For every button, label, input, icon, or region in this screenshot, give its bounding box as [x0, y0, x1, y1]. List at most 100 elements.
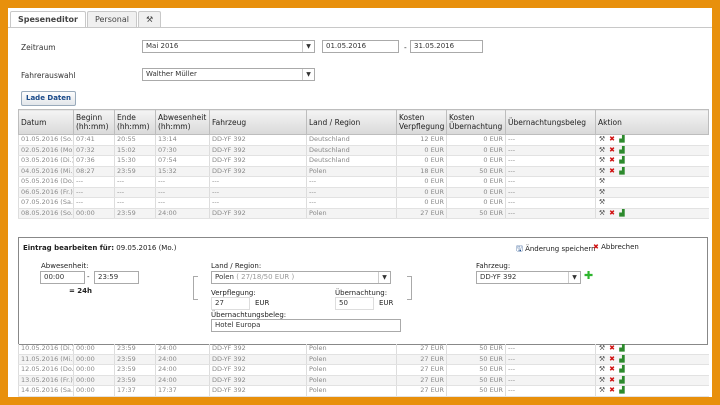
delete-icon[interactable]: ✖ — [608, 167, 616, 175]
table-cell: --- — [306, 187, 397, 198]
table-cell: DD-YF 392 — [209, 354, 307, 365]
save-changes-button[interactable]: 🖫 Änderung speichern — [516, 243, 596, 257]
column-header[interactable]: Ende (hh:mm) — [114, 109, 156, 135]
table-row[interactable]: 02.05.2016 (Mo.) 07:32 15:02 07:30 DD-YF 392… — [18, 145, 709, 156]
edit-tools-icon[interactable]: ⚒ — [598, 177, 606, 185]
delete-icon[interactable]: ✖ — [608, 344, 616, 352]
chart-icon[interactable]: ▟ — [618, 386, 626, 394]
chart-icon[interactable]: ▟ — [618, 146, 626, 154]
column-header[interactable]: Kosten Verpflegung — [396, 109, 447, 135]
column-header[interactable]: Land / Region — [306, 109, 397, 135]
edit-tools-icon[interactable]: ⚒ — [598, 355, 606, 363]
table-cell: DD-YF 392 — [209, 134, 307, 146]
table-cell: 04.05.2016 (Mi.) — [18, 166, 74, 177]
edit-tools-icon[interactable]: ⚒ — [598, 386, 606, 394]
delete-icon[interactable]: ✖ — [608, 386, 616, 394]
land-region-select[interactable]: Polen ( 27/18/50 EUR ) ▼ — [211, 271, 391, 284]
date-to-input[interactable]: 31.05.2016 — [410, 40, 483, 53]
action-cell: ⚒ ✖ ▟ — [595, 344, 709, 355]
edit-tools-icon[interactable]: ⚒ — [598, 188, 606, 196]
table-cell: 00:00 — [73, 354, 115, 365]
zeitraum-select[interactable]: Mai 2016 ▼ — [142, 40, 315, 53]
delete-icon[interactable]: ✖ — [608, 376, 616, 384]
table-cell: 08:27 — [73, 166, 115, 177]
table-row[interactable]: 04.05.2016 (Mi.) 08:27 23:59 15:32 DD-YF 392… — [18, 166, 709, 177]
delete-icon[interactable]: ✖ — [608, 146, 616, 154]
table-cell: 50 EUR — [446, 385, 506, 397]
table-cell: 15:32 — [155, 166, 210, 177]
table-cell: --- — [505, 354, 596, 365]
column-header[interactable]: Beginn (hh:mm) — [73, 109, 115, 135]
edit-tools-icon[interactable]: ⚒ — [598, 156, 606, 164]
table-row[interactable]: 03.05.2016 (Di.) 07:36 15:30 07:54 DD-YF 392… — [18, 155, 709, 167]
time-from-input[interactable]: 00:00 — [40, 271, 85, 284]
edit-tools-icon[interactable]: ⚒ — [598, 209, 606, 217]
edit-tools-icon[interactable]: ⚒ — [598, 146, 606, 154]
chart-icon[interactable]: ▟ — [618, 167, 626, 175]
edit-tools-icon[interactable]: ⚒ — [598, 365, 606, 373]
delete-icon[interactable]: ✖ — [608, 156, 616, 164]
uebernachtung-input[interactable]: 50 — [335, 297, 374, 310]
table-row[interactable]: 10.05.2016 (Di.) 00:00 23:59 24:00 DD-YF 392… — [18, 344, 709, 355]
verpflegung-input[interactable]: 27 — [211, 297, 250, 310]
delete-icon[interactable]: ✖ — [608, 135, 616, 143]
fahrzeug-select[interactable]: DD-YF 392 ▼ — [476, 271, 581, 284]
table-row[interactable]: 08.05.2016 (So.) 00:00 23:59 24:00 DD-YF 392… — [18, 208, 709, 219]
table-cell: 0 EUR — [446, 197, 506, 209]
time-to-input[interactable]: 23:59 — [94, 271, 139, 284]
table-cell: DD-YF 392 — [209, 166, 307, 177]
chart-icon[interactable]: ▟ — [618, 376, 626, 384]
table-row[interactable]: 05.05.2016 (Do.) --- --- --- --- --- 0 EUR 0 EU… — [18, 176, 709, 188]
table-row[interactable]: 07.05.2016 (Sa.) --- --- --- --- --- 0 EUR 0 EU… — [18, 197, 709, 209]
delete-icon[interactable]: ✖ — [608, 365, 616, 373]
column-header[interactable]: Abwesenheit (hh:mm) — [155, 109, 210, 135]
table-cell: --- — [505, 134, 596, 146]
fahrer-select[interactable]: Walther Müller ▼ — [142, 68, 315, 81]
beleg-input[interactable]: Hotel Europa — [211, 319, 401, 332]
table-cell: Polen — [306, 364, 397, 376]
table-cell: 02.05.2016 (Mo.) — [18, 145, 74, 156]
table-cell: --- — [73, 197, 115, 209]
table-cell: 17:37 — [155, 385, 210, 397]
tab-personal[interactable]: Personal — [86, 11, 137, 27]
chart-icon[interactable]: ▟ — [618, 156, 626, 164]
table-cell: 00:00 — [73, 385, 115, 397]
table-row[interactable]: 13.05.2016 (Fr.) 00:00 23:59 24:00 DD-YF 392… — [18, 375, 709, 386]
column-header[interactable]: Datum — [18, 109, 74, 135]
column-header[interactable]: Kosten Übernachtung — [446, 109, 506, 135]
chart-icon[interactable]: ▟ — [618, 344, 626, 352]
tab-tools[interactable]: ⚒ — [137, 11, 162, 27]
table-row[interactable]: 06.05.2016 (Fr.) --- --- --- --- --- 0 EUR 0 EU… — [18, 187, 709, 198]
date-from-input[interactable]: 01.05.2016 — [322, 40, 399, 53]
lade-daten-button[interactable]: Lade Daten — [21, 91, 76, 106]
edit-tools-icon[interactable]: ⚒ — [598, 167, 606, 175]
chart-icon[interactable]: ▟ — [618, 355, 626, 363]
table-cell: 24:00 — [155, 364, 210, 376]
column-header[interactable]: Aktion — [595, 109, 709, 135]
add-vehicle-icon[interactable]: ✚ — [584, 269, 593, 282]
table-cell: 11.05.2016 (Mi.) — [18, 354, 74, 365]
cancel-button[interactable]: ✖ Abbrechen — [593, 243, 639, 251]
edit-tools-icon[interactable]: ⚒ — [598, 376, 606, 384]
tab-speseneditor[interactable]: Speseneditor — [10, 11, 86, 28]
table-row[interactable]: 14.05.2016 (Sa.) 00:00 17:37 17:37 DD-YF 392… — [18, 385, 709, 397]
table-cell: 17:37 — [114, 385, 156, 397]
chart-icon[interactable]: ▟ — [618, 209, 626, 217]
edit-tools-icon[interactable]: ⚒ — [598, 135, 606, 143]
land-region-label: Land / Region: — [211, 262, 262, 270]
table-row[interactable]: 01.05.2016 (So.) 07:41 20:55 13:14 DD-YF 392… — [18, 134, 709, 146]
delete-icon[interactable]: ✖ — [608, 209, 616, 217]
chart-icon[interactable]: ▟ — [618, 365, 626, 373]
edit-tools-icon[interactable]: ⚒ — [598, 344, 606, 352]
table-row[interactable]: 11.05.2016 (Mi.) 00:00 23:59 24:00 DD-YF 392… — [18, 354, 709, 365]
column-header[interactable]: Übernachtungsbeleg — [505, 109, 596, 135]
table-cell: 10.05.2016 (Di.) — [18, 344, 74, 355]
table-row[interactable]: 12.05.2016 (Do.) 00:00 23:59 24:00 DD-YF 392… — [18, 364, 709, 376]
chart-icon[interactable]: ▟ — [618, 135, 626, 143]
save-label: Änderung speichern — [525, 245, 596, 253]
duration-text: = 24h — [69, 287, 93, 295]
fahrer-value: Walther Müller — [146, 70, 197, 78]
delete-icon[interactable]: ✖ — [608, 355, 616, 363]
edit-tools-icon[interactable]: ⚒ — [598, 198, 606, 206]
column-header[interactable]: Fahrzeug — [209, 109, 307, 135]
